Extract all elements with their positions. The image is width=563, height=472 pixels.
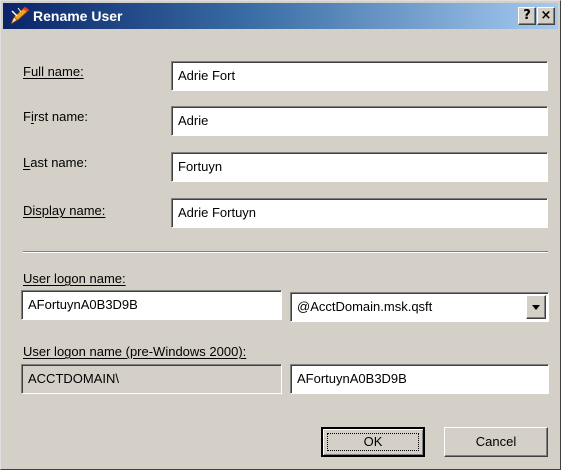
help-icon: ? — [523, 8, 531, 23]
full-name-label: Full name: — [23, 64, 84, 79]
rename-user-dialog: Rename User ? × Full name: Adrie Fort Fi… — [0, 0, 561, 470]
first-name-label: First name: — [23, 109, 89, 124]
pre2000-logon-input[interactable]: AFortuynA0B3D9B — [290, 364, 549, 394]
pre2000-logon-label: User logon name (pre-Windows 2000): — [23, 344, 247, 359]
display-name-label: Display name: — [23, 203, 106, 218]
logon-name-input[interactable]: AFortuynA0B3D9B — [21, 290, 282, 320]
cancel-button[interactable]: Cancel — [444, 427, 548, 457]
chevron-down-icon[interactable] — [526, 295, 546, 319]
rename-pencil-icon — [10, 6, 30, 25]
ok-button[interactable]: OK — [321, 427, 425, 457]
window-title: Rename User — [33, 8, 123, 24]
last-name-label: Last name: — [23, 155, 88, 170]
full-name-input[interactable]: Adrie Fort — [171, 61, 548, 91]
close-icon: × — [540, 8, 552, 23]
pre2000-domain-field: ACCTDOMAIN\ — [21, 364, 282, 394]
title-bar[interactable]: Rename User ? × — [3, 3, 558, 29]
first-name-input[interactable]: Adrie — [171, 106, 548, 136]
logon-name-label: User logon name: — [23, 271, 126, 286]
separator — [23, 251, 548, 253]
last-name-input[interactable]: Fortuyn — [171, 152, 548, 182]
help-button[interactable]: ? — [518, 7, 536, 25]
display-name-input[interactable]: Adrie Fortuyn — [171, 198, 548, 228]
close-button[interactable]: × — [537, 7, 555, 25]
logon-domain-combo[interactable]: @AcctDomain.msk.qsft — [290, 292, 549, 322]
